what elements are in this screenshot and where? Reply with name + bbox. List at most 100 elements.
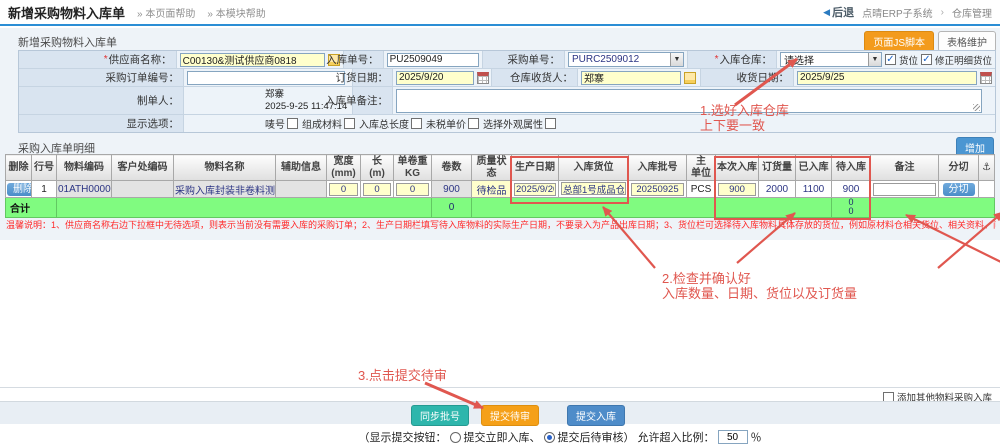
inbound-no-label: 入库单号： xyxy=(326,52,379,67)
hint-note: 温馨说明：1、供应商名称右边下拉框中无待选项，则表示当前没有需要入库的采购订单；… xyxy=(6,218,996,231)
total-row: 合计 0 0 0 xyxy=(6,198,995,218)
order-date-input[interactable] xyxy=(396,71,474,85)
length-input[interactable] xyxy=(363,183,391,196)
lookup-icon[interactable] xyxy=(684,72,696,84)
option-appearance: 选择外观属性 xyxy=(483,116,556,131)
page-js-button[interactable]: 页面JS脚本 xyxy=(864,31,934,52)
over-ratio-input[interactable] xyxy=(718,430,748,444)
slot-checkbox-label: 货位 xyxy=(899,53,918,67)
submit-review-radio[interactable] xyxy=(544,432,555,443)
annotation-3: 3.点击提交待审 xyxy=(358,369,447,384)
calendar-icon[interactable] xyxy=(980,72,992,84)
page: 新增采购物料入库单 » 本页面帮助 » 本模块帮助 ◀ 后退 点晴ERP子系统 … xyxy=(0,0,1000,448)
col-aux: 辅助信息 xyxy=(276,155,327,181)
materials-checkbox[interactable] xyxy=(344,118,355,129)
annotation-2: 2.检查并确认好 入库数量、日期、货位以及订货量 xyxy=(662,272,857,302)
col-item-code: 物料编码 xyxy=(57,155,112,181)
slot-checkbox[interactable] xyxy=(885,54,896,65)
row-remark-input[interactable] xyxy=(873,183,936,196)
total-pending: 0 0 xyxy=(832,198,871,218)
form-row-3: 制单人： 郑寨 2025-9-25 11:47:14 入库单备注： xyxy=(19,87,995,115)
inbound-no-input[interactable] xyxy=(387,53,479,67)
required-mark-warehouse: * xyxy=(715,54,719,65)
receiver-label: 仓库收货人： xyxy=(510,70,573,85)
col-remark: 备注 xyxy=(871,155,939,181)
remark-label: 入库单备注： xyxy=(325,93,388,108)
cell-unit: PCS xyxy=(687,181,716,198)
pin-column-header[interactable]: ⚓ xyxy=(979,155,995,181)
col-qty-order: 订货量 xyxy=(759,155,796,181)
submit-immediate-label: 提交立即入库、 xyxy=(464,429,541,445)
annotation-1: 1.选好入库仓库 上下要一致 xyxy=(700,104,789,134)
form-row-2: 采购订单编号： 订货日期： 仓库收货人： xyxy=(19,69,995,87)
cell-qty-pending: 900 xyxy=(832,181,871,198)
mark-no-checkbox[interactable] xyxy=(287,118,298,129)
help-link-page[interactable]: » 本页面帮助 xyxy=(137,5,195,20)
col-qty-in: 本次入库 xyxy=(716,155,759,181)
resize-handle-icon[interactable] xyxy=(973,104,980,111)
back-icon: ◀ xyxy=(823,7,830,18)
cell-cust-code xyxy=(112,181,174,198)
split-button[interactable]: 分切 xyxy=(943,183,975,196)
total-length-checkbox[interactable] xyxy=(411,118,422,129)
prod-date-input[interactable] xyxy=(514,183,556,196)
roll-weight-input[interactable] xyxy=(396,183,429,196)
chevron-down-icon: ▼ xyxy=(670,53,683,66)
fix-slot-checkbox-label: 修正明细货位 xyxy=(935,53,992,67)
untaxed-price-checkbox[interactable] xyxy=(468,118,479,129)
cell-line-no: 1 xyxy=(32,181,57,198)
warehouse-select[interactable]: 请选择 ▼ xyxy=(780,52,882,67)
po-input[interactable] xyxy=(187,71,345,85)
remark-textarea[interactable] xyxy=(396,89,982,113)
total-empty-left xyxy=(57,198,432,218)
receive-date-input[interactable] xyxy=(797,71,977,85)
annotation-2-line2: 入库数量、日期、货位以及订货量 xyxy=(662,287,857,302)
order-date-label: 订货日期： xyxy=(336,70,389,85)
calendar-icon[interactable] xyxy=(477,72,489,84)
supplier-label: 供应商名称： xyxy=(109,52,172,67)
annotation-2-line1: 2.检查并确认好 xyxy=(662,272,857,287)
warehouse-value: 请选择 xyxy=(784,52,866,67)
breadcrumb-app[interactable]: 点晴ERP子系统 xyxy=(862,5,933,20)
col-batch: 入库批号 xyxy=(629,155,687,181)
table-row: 删除 1 01ATH00005 采购入库封装非卷料测试 900 待检品 PCS … xyxy=(6,181,995,198)
purchase-no-value: PURC2509012 xyxy=(572,54,668,65)
submit-review-button[interactable]: 提交待审 xyxy=(481,405,539,426)
breadcrumb-separator: › xyxy=(941,7,944,18)
remark-wrap xyxy=(396,89,982,113)
col-cust-code: 客户处编码 xyxy=(112,155,174,181)
help-link-module[interactable]: » 本模块帮助 xyxy=(207,5,265,20)
purchase-no-select[interactable]: PURC2509012 ▼ xyxy=(568,52,684,67)
display-options: 唛号 组成材料 入库总长度 未税单价 xyxy=(187,116,556,131)
delete-row-button[interactable]: 删除 xyxy=(7,183,32,196)
sync-batch-button[interactable]: 同步批号 xyxy=(411,405,469,426)
fix-slot-checkbox[interactable] xyxy=(921,54,932,65)
quality-select[interactable]: 待检品 xyxy=(472,181,512,198)
purchase-no-label: 采购单号： xyxy=(507,52,560,67)
width-input[interactable] xyxy=(329,183,358,196)
breadcrumb-section[interactable]: 仓库管理 xyxy=(952,5,992,20)
submit-immediate-radio[interactable] xyxy=(450,432,461,443)
col-quality: 质量状态 xyxy=(472,155,512,181)
col-item-name: 物料名称 xyxy=(174,155,276,181)
total-rolls: 0 xyxy=(432,198,472,218)
batch-input[interactable] xyxy=(631,183,684,196)
slot-input[interactable] xyxy=(561,182,626,195)
table-maintain-button[interactable]: 表格维护 xyxy=(938,31,996,52)
supplier-input[interactable] xyxy=(180,53,325,67)
over-ratio-label: 允许超入比例： xyxy=(638,429,715,445)
option-label: 入库总长度 xyxy=(359,116,409,131)
back-button[interactable]: ◀ 后退 xyxy=(823,4,854,20)
total-empty-right xyxy=(871,198,995,218)
form-row-1: * 供应商名称： 入库单号： 采购单号： PUR xyxy=(19,51,995,69)
cell-item-name: 采购入库封装非卷料测试 xyxy=(174,181,276,198)
appearance-checkbox[interactable] xyxy=(545,118,556,129)
receiver-input[interactable] xyxy=(581,71,681,85)
detail-table: 删除 行号 物料编码 客户处编码 物料名称 辅助信息 宽度 (mm) 长 (m)… xyxy=(5,154,995,218)
header-form: * 供应商名称： 入库单号： 采购单号： PUR xyxy=(18,50,996,133)
col-rolls: 卷数 xyxy=(432,155,472,181)
option-label: 组成材料 xyxy=(302,116,342,131)
submit-inbound-button[interactable]: 提交入库 xyxy=(567,405,625,426)
qty-in-input[interactable] xyxy=(718,183,756,196)
option-label: 未税单价 xyxy=(426,116,466,131)
